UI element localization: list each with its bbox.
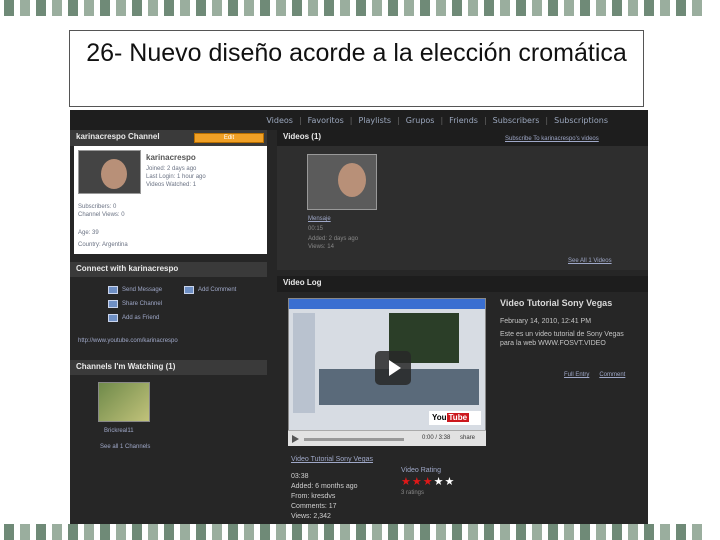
video-log-links: Full Entry Comment: [564, 372, 625, 378]
nav-playlists[interactable]: Playlists: [358, 116, 391, 125]
ratings-count: 3 ratings: [401, 490, 425, 496]
comment-icon: [184, 286, 194, 294]
player-controls: 0:00 / 3:38 share: [288, 430, 486, 446]
channel-nav: Videos | Favoritos | Playlists | Grupos | Fr…: [70, 110, 648, 130]
nav-friends[interactable]: Friends: [449, 116, 478, 125]
channel-joined: Joined: 2 days ago: [146, 166, 197, 172]
nav-grupos[interactable]: Grupos: [406, 116, 435, 125]
share-icon: [108, 300, 118, 308]
edit-button[interactable]: Edit: [194, 133, 264, 143]
channel-subscribers: Subscribers: 0: [78, 204, 117, 210]
channel-videos-watched: Videos Watched: 1: [146, 182, 197, 188]
video-player[interactable]: You Tube: [288, 298, 486, 446]
send-message-link[interactable]: Send Message: [108, 286, 162, 294]
play-icon[interactable]: [375, 351, 411, 385]
add-friend-link[interactable]: Add as Friend: [108, 314, 159, 322]
video-log-title[interactable]: Video Tutorial Sony Vegas: [500, 298, 612, 308]
add-friend-icon: [108, 314, 118, 322]
star-empty-icon[interactable]: ★: [445, 476, 456, 488]
nav-subscriptions[interactable]: Subscriptions: [554, 116, 608, 125]
see-all-channels-link[interactable]: See all 1 Channels: [100, 444, 150, 451]
subscribe-link[interactable]: Subscribe To karinacrespo's videos: [505, 136, 599, 142]
meta-added: Added: 6 months ago: [291, 483, 358, 490]
rating-stars[interactable]: ★★★★★: [401, 477, 455, 488]
video-log-description: Este es un video tutorial de Sony Vegas …: [500, 331, 624, 347]
top-decorative-strip: [0, 0, 720, 16]
channels-watching-header: Channels I'm Watching (1): [70, 360, 267, 375]
full-entry-link[interactable]: Full Entry: [564, 372, 589, 378]
youtube-logo: You Tube: [429, 411, 481, 425]
channel-last-login: Last Login: 1 hour ago: [146, 174, 206, 180]
channel-url[interactable]: http://www.youtube.com/karinacrespo: [78, 338, 178, 344]
video-added: Added: 2 days ago: [308, 236, 359, 242]
slide-title: 26- Nuevo diseño acorde a la elección cr…: [69, 30, 644, 107]
video-rating-label: Video Rating: [401, 467, 441, 474]
connect-header: Connect with karinacrespo: [70, 262, 267, 277]
time-display: 0:00 / 3:38: [422, 435, 451, 441]
play-control-icon[interactable]: [292, 435, 299, 443]
watched-channel-name[interactable]: Brickreal11: [104, 428, 134, 435]
star-filled-icon[interactable]: ★: [412, 476, 423, 488]
meta-duration: 03:38: [291, 473, 309, 480]
video-thumbnail[interactable]: [307, 154, 377, 210]
seek-bar[interactable]: [304, 438, 404, 441]
meta-from[interactable]: From: kresdvs: [291, 492, 358, 502]
video-meta: 03:38 Added: 6 months ago From: kresdvs …: [291, 472, 358, 522]
video-views: Views: 14: [308, 244, 334, 250]
bottom-decorative-strip: [0, 524, 720, 540]
channel-username: karinacrespo: [146, 153, 196, 162]
mail-icon: [108, 286, 118, 294]
share-channel-link[interactable]: Share Channel: [108, 300, 162, 308]
star-empty-icon[interactable]: ★: [434, 476, 445, 488]
share-button[interactable]: share: [460, 435, 475, 441]
meta-comments[interactable]: Comments: 17: [291, 502, 358, 512]
star-filled-icon[interactable]: ★: [423, 476, 434, 488]
nav-videos[interactable]: Videos: [266, 116, 293, 125]
video-duration: 00:15: [308, 226, 324, 232]
add-comment-link[interactable]: Add Comment: [184, 286, 236, 294]
meta-views: Views: 2,342: [291, 513, 331, 520]
channel-country: Country: Argentina: [78, 242, 128, 248]
comment-link[interactable]: Comment: [599, 372, 625, 378]
channel-views: Channel Views: 0: [78, 212, 125, 218]
video-below-title-link[interactable]: Video Tutorial Sony Vegas: [291, 456, 373, 463]
video-log-header: Video Log: [277, 276, 648, 292]
nav-favoritos[interactable]: Favoritos: [308, 116, 344, 125]
star-filled-icon[interactable]: ★: [401, 476, 412, 488]
channel-age: Age: 39: [78, 230, 99, 236]
avatar[interactable]: [78, 150, 141, 194]
video-title-link[interactable]: Mensaje: [308, 216, 331, 223]
nav-subscribers[interactable]: Subscribers: [493, 116, 540, 125]
video-log-date: February 14, 2010, 12:41 PM: [500, 318, 592, 325]
see-all-videos-link[interactable]: See All 1 Videos: [568, 258, 612, 264]
watched-channel-thumbnail[interactable]: [98, 382, 150, 422]
